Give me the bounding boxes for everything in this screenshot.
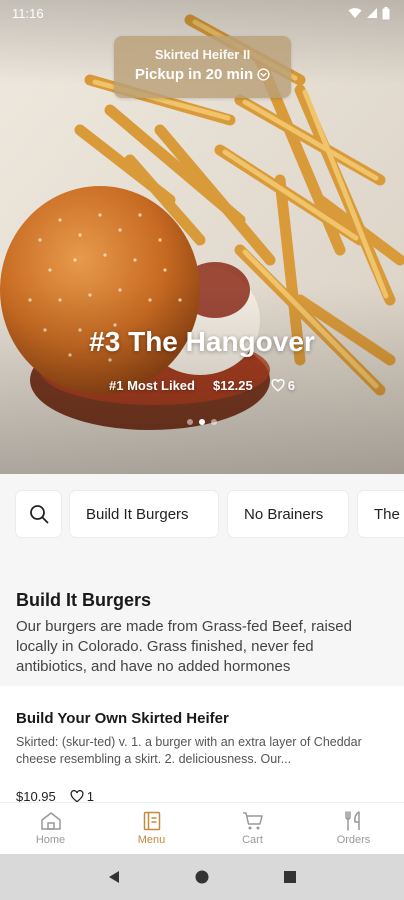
cell-signal-icon bbox=[367, 8, 377, 18]
featured-item-likes[interactable]: 6 bbox=[271, 378, 295, 393]
featured-hero[interactable]: 11:16 Skirted Heifer II Pickup in 20 min… bbox=[0, 0, 404, 474]
pickup-store-name: Skirted Heifer II bbox=[154, 47, 251, 62]
featured-item-price: $12.25 bbox=[212, 378, 253, 393]
pickup-time: Pickup in 20 min bbox=[114, 66, 291, 83]
menu-item-card[interactable]: Build Your Own Skirted Heifer Skirted: (… bbox=[0, 686, 404, 804]
menu-search-button[interactable] bbox=[16, 491, 61, 537]
pickup-selector[interactable]: Skirted Heifer II Pickup in 20 min bbox=[114, 36, 291, 98]
recents-icon[interactable] bbox=[282, 869, 298, 885]
home-circle-icon[interactable] bbox=[194, 869, 210, 885]
category-chip-build-it-burgers[interactable]: Build It Burgers bbox=[70, 491, 218, 537]
wifi-icon bbox=[348, 8, 362, 18]
status-icons bbox=[348, 6, 390, 20]
carousel-dot[interactable] bbox=[187, 419, 193, 425]
nav-home-label: Home bbox=[35, 834, 66, 846]
carousel-dot-active[interactable] bbox=[199, 419, 205, 425]
category-chip-the[interactable]: The bbox=[358, 491, 404, 537]
nav-orders-label: Orders bbox=[336, 834, 371, 846]
heart-icon bbox=[271, 379, 285, 392]
featured-item-rank: #1 Most Liked bbox=[109, 378, 195, 393]
carousel-indicator bbox=[0, 419, 404, 425]
featured-item-title: #3 The Hangover bbox=[89, 326, 315, 357]
status-bar: 11:16 bbox=[0, 0, 404, 26]
chevron-down-circle-icon bbox=[257, 68, 270, 81]
search-icon bbox=[29, 505, 48, 524]
menu-icon bbox=[143, 811, 160, 831]
home-icon bbox=[40, 812, 61, 830]
system-navigation-bar bbox=[0, 854, 404, 900]
nav-orders[interactable]: Orders bbox=[303, 803, 404, 854]
category-chip-no-brainers[interactable]: No Brainers bbox=[228, 491, 348, 537]
menu-item-description: Skirted: (skur-ted) v. 1. a burger with … bbox=[16, 735, 362, 766]
menu-item-name: Build Your Own Skirted Heifer bbox=[16, 710, 229, 727]
featured-item-meta: #1 Most Liked $12.25 6 bbox=[0, 378, 404, 393]
featured-item-likes-count: 6 bbox=[287, 378, 295, 393]
nav-cart[interactable]: Cart bbox=[202, 803, 303, 854]
bottom-navigation: Home Menu Cart Orders bbox=[0, 802, 404, 854]
category-bar: Build It Burgers No Brainers The bbox=[0, 474, 404, 552]
battery-icon bbox=[382, 6, 390, 19]
nav-cart-label: Cart bbox=[242, 834, 263, 846]
status-time: 11:16 bbox=[12, 5, 44, 21]
nav-menu[interactable]: Menu bbox=[101, 803, 202, 854]
nav-menu-label: Menu bbox=[137, 834, 166, 846]
section-title: Build It Burgers bbox=[16, 590, 152, 610]
menu-section: Build It Burgers Our burgers are made fr… bbox=[0, 552, 404, 686]
pickup-time-text: Pickup in 20 min bbox=[134, 66, 254, 83]
orders-icon bbox=[344, 811, 360, 831]
carousel-dot[interactable] bbox=[211, 419, 217, 425]
nav-home[interactable]: Home bbox=[0, 803, 101, 854]
section-description: Our burgers are made from Grass-fed Beef… bbox=[16, 618, 352, 675]
back-icon[interactable] bbox=[106, 869, 122, 885]
cart-icon bbox=[242, 812, 263, 830]
